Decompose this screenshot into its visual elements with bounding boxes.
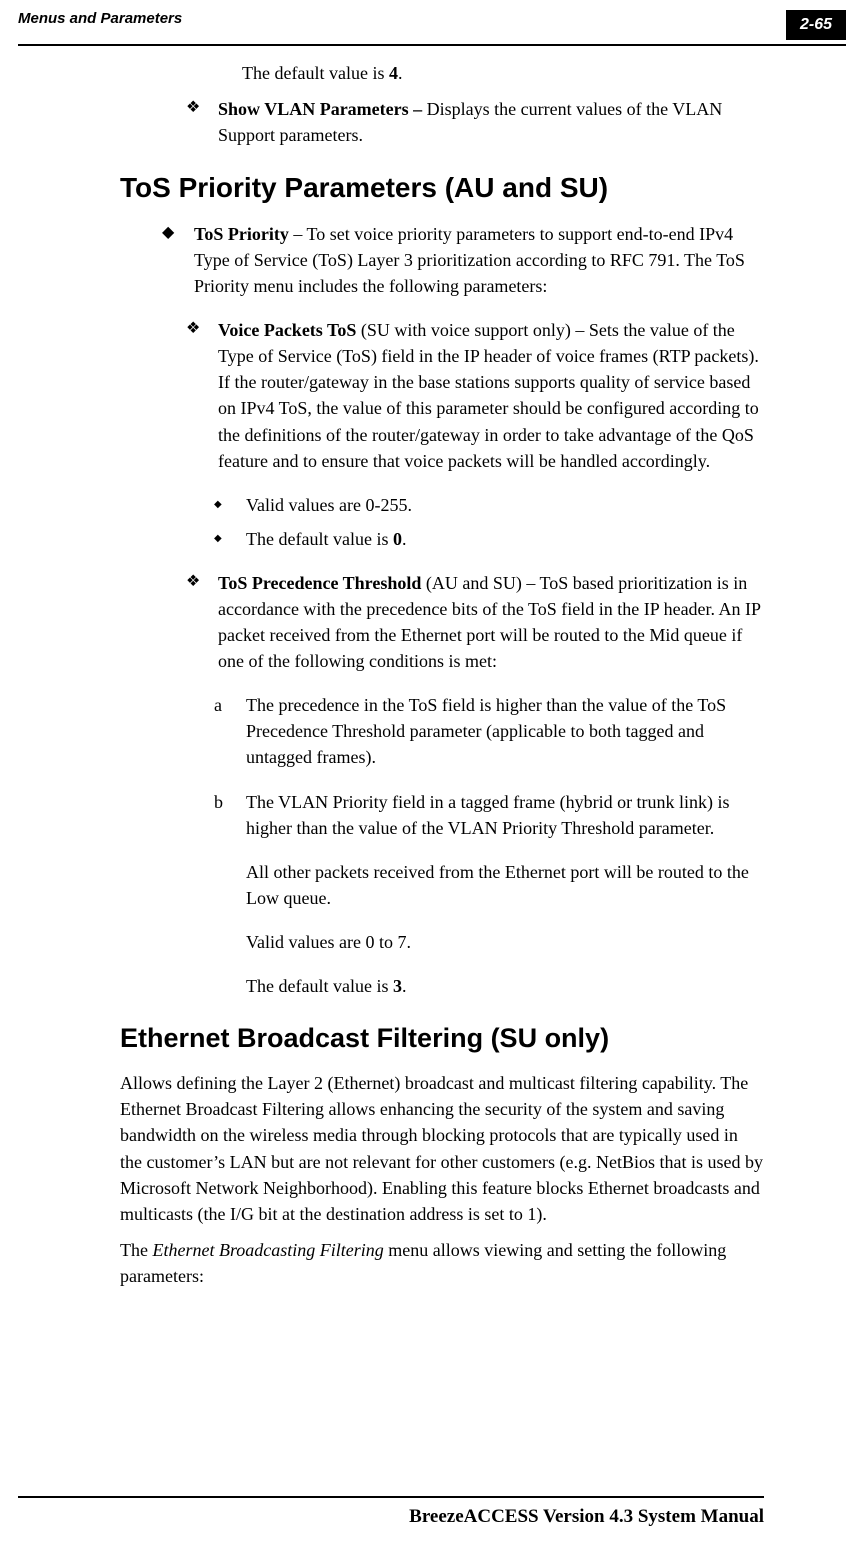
bullet-cross-icon: ❖ bbox=[186, 317, 218, 474]
heading-tos: ToS Priority Parameters (AU and SU) bbox=[120, 168, 764, 209]
default-3-text: The default value is 3. bbox=[246, 973, 764, 999]
tos-precedence-item: ❖ ToS Precedence Threshold (AU and SU) –… bbox=[186, 570, 764, 674]
bullet-cross-icon: ❖ bbox=[186, 96, 218, 148]
page-footer: BreezeACCESS Version 4.3 System Manual bbox=[18, 1496, 764, 1528]
default-4-line: The default value is 4. bbox=[242, 60, 764, 86]
vp-default-item: ◆ The default value is 0. bbox=[214, 526, 764, 552]
eth-para-2: The Ethernet Broadcasting Filtering menu… bbox=[120, 1237, 764, 1289]
voice-packets-item: ❖ Voice Packets ToS (SU with voice suppo… bbox=[186, 317, 764, 474]
page-header: Menus and Parameters 2-65 bbox=[0, 0, 864, 40]
show-vlan-item: ❖ Show VLAN Parameters – Displays the cu… bbox=[186, 96, 764, 148]
page-number: 2-65 bbox=[786, 10, 846, 40]
alpha-b-item: b The VLAN Priority field in a tagged fr… bbox=[214, 789, 764, 841]
all-other-text: All other packets received from the Ethe… bbox=[246, 859, 764, 911]
valid-07-text: Valid values are 0 to 7. bbox=[246, 929, 764, 955]
bullet-cross-icon: ❖ bbox=[186, 570, 218, 674]
heading-ethernet: Ethernet Broadcast Filtering (SU only) bbox=[120, 1019, 764, 1058]
page-content: The default value is 4. ❖ Show VLAN Para… bbox=[0, 46, 864, 1289]
vp-valid-item: ◆ Valid values are 0-255. bbox=[214, 492, 764, 518]
alpha-a-item: a The precedence in the ToS field is hig… bbox=[214, 692, 764, 770]
tos-priority-item: ◆ ToS Priority – To set voice priority p… bbox=[162, 221, 764, 299]
footer-rule bbox=[18, 1496, 764, 1498]
eth-para-1: Allows defining the Layer 2 (Ethernet) b… bbox=[120, 1070, 764, 1227]
bullet-square-icon: ◆ bbox=[214, 526, 246, 552]
header-section: Menus and Parameters bbox=[18, 10, 182, 27]
alpha-b-label: b bbox=[214, 789, 246, 841]
bullet-square-icon: ◆ bbox=[214, 492, 246, 518]
bullet-diamond-icon: ◆ bbox=[162, 221, 194, 299]
footer-text: BreezeACCESS Version 4.3 System Manual bbox=[18, 1506, 764, 1528]
alpha-a-label: a bbox=[214, 692, 246, 770]
